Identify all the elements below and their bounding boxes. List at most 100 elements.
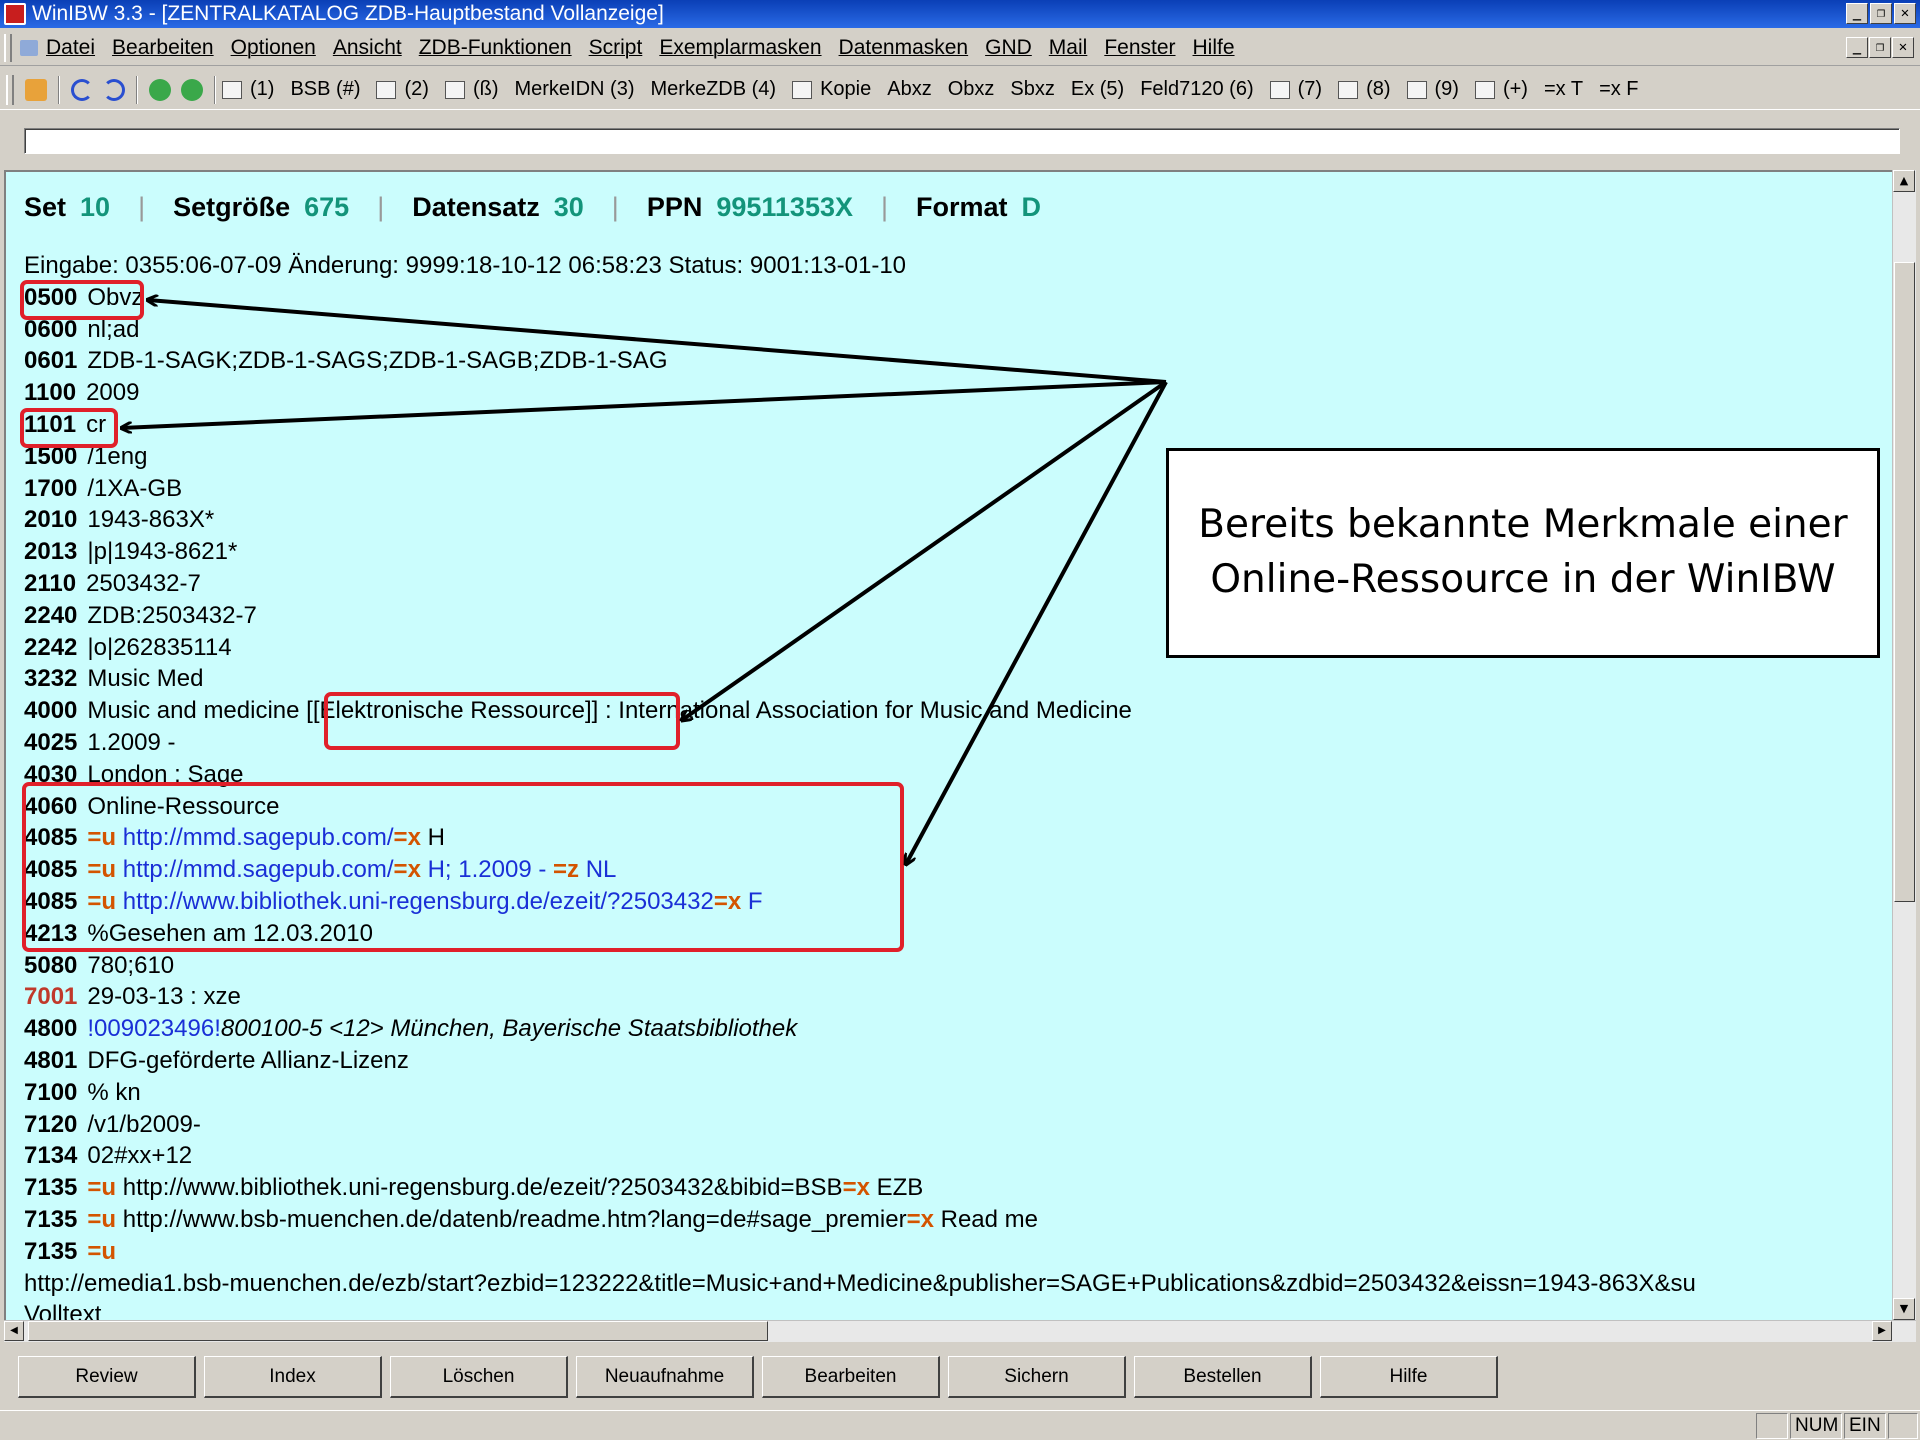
toolbar-item-sz[interactable]: (ß): [444, 78, 498, 101]
toolbar-item-plus-label: (+): [1502, 78, 1528, 100]
status-ein: EIN: [1844, 1413, 1886, 1439]
back-icon[interactable]: [149, 78, 171, 101]
menu-mail[interactable]: Mail: [1049, 36, 1088, 60]
toolbar-item-bsb[interactable]: BSB (#): [290, 78, 360, 101]
forward-icon[interactable]: [181, 78, 203, 101]
command-bar: [0, 112, 1920, 168]
toolbar-item-merkeidn[interactable]: MerkeIDN (3): [514, 78, 634, 101]
toolbar-item-kopie[interactable]: Kopie: [792, 78, 871, 101]
toolbar-item-1-label: (1): [250, 78, 275, 100]
horizontal-scroll-thumb[interactable]: [28, 1321, 768, 1341]
library-link[interactable]: !009023496!: [87, 1015, 220, 1042]
mdi-minimize-button[interactable]: _: [1846, 37, 1868, 58]
field-line: 0500 Obvz: [24, 282, 1696, 314]
header-divider: |: [138, 192, 146, 222]
field-tag: 2240: [24, 601, 78, 629]
field-tag: 4025: [24, 728, 78, 756]
delete-button[interactable]: Löschen: [390, 1356, 568, 1398]
field-tag: 7120: [24, 1110, 78, 1138]
menu-gnd[interactable]: GND: [985, 36, 1032, 60]
window-icon: [444, 80, 465, 99]
toolbar-item-1[interactable]: (1): [222, 78, 274, 101]
field-line: 7135 =u http://www.bsb-muenchen.de/datenb…: [24, 1204, 1696, 1236]
ppn-label: PPN: [646, 192, 703, 222]
setsize-label: Setgröße: [173, 192, 291, 222]
field-text: 2503432-7: [86, 569, 201, 597]
order-button[interactable]: Bestellen: [1134, 1356, 1312, 1398]
toolbar-item-plus[interactable]: (+): [1474, 78, 1528, 101]
toolbar-item-kopie-label: Kopie: [820, 78, 872, 100]
toolbar-item-ex[interactable]: Ex (5): [1071, 78, 1124, 101]
field-line: 7135 =u: [24, 1236, 1696, 1268]
menu-script[interactable]: Script: [589, 36, 643, 60]
help-button[interactable]: Hilfe: [1320, 1356, 1498, 1398]
record-display[interactable]: Set 10 | Setgröße 675 | Datensatz 30 | P…: [4, 170, 1896, 1320]
set-value: 10: [80, 192, 111, 222]
redo-icon[interactable]: [103, 78, 125, 101]
close-button[interactable]: ✕: [1894, 3, 1916, 24]
toolbar-item-obxz[interactable]: Obxz: [948, 78, 995, 101]
toolbar-item-7-label: (7): [1297, 78, 1323, 100]
button-bar: Review Index Löschen Neuaufnahme Bearbei…: [0, 1348, 1920, 1408]
menu-bearbeiten[interactable]: Bearbeiten: [112, 36, 214, 60]
mdi-close-button[interactable]: ✕: [1892, 37, 1914, 58]
field-text: % kn: [87, 1078, 141, 1106]
new-record-button[interactable]: Neuaufnahme: [576, 1356, 754, 1398]
toolbar-item-8[interactable]: (8): [1338, 78, 1391, 101]
review-button[interactable]: Review: [18, 1356, 196, 1398]
menu-zdb-funktionen[interactable]: ZDB-Funktionen: [419, 36, 572, 60]
status-resize-grip[interactable]: [1888, 1413, 1918, 1439]
toolbar-item-sbxz[interactable]: Sbxz: [1010, 78, 1054, 101]
field-line: 0600 nl;ad: [24, 314, 1696, 346]
command-input[interactable]: [24, 128, 1900, 154]
field-tag: 2013: [24, 538, 78, 566]
title-main: Music and medicine: [87, 697, 307, 725]
menu-fenster[interactable]: Fenster: [1104, 36, 1175, 60]
subfield-code: =x: [842, 1174, 870, 1202]
save-button[interactable]: Sichern: [948, 1356, 1126, 1398]
index-button[interactable]: Index: [204, 1356, 382, 1398]
menu-hilfe[interactable]: Hilfe: [1193, 36, 1235, 60]
toolbar: (1) BSB (#) (2) (ß) MerkeIDN (3) MerkeZD…: [0, 70, 1920, 110]
status-num: NUM: [1790, 1413, 1842, 1439]
toolbar-item-xf[interactable]: =x F: [1599, 78, 1638, 101]
format-value: D: [1021, 192, 1042, 222]
vertical-scrollbar[interactable]: ▲ ▼: [1892, 170, 1916, 1320]
toolbar-item-2[interactable]: (2): [376, 78, 429, 101]
field-text: Music Med: [87, 665, 204, 693]
vertical-scroll-thumb[interactable]: [1894, 262, 1915, 902]
menu-ansicht[interactable]: Ansicht: [333, 36, 402, 60]
field-tag: 1100: [24, 379, 77, 407]
scroll-down-icon[interactable]: ▼: [1893, 1298, 1915, 1320]
entry-line: Eingabe: 0355:06-07-09 Änderung: 9999:18…: [24, 252, 907, 279]
undo-icon[interactable]: [71, 78, 93, 101]
horizontal-scrollbar[interactable]: ◀ ▶: [4, 1320, 1916, 1342]
toolbar-item-abxz[interactable]: Abxz: [887, 78, 931, 101]
home-icon[interactable]: [25, 78, 47, 101]
maximize-button[interactable]: ❐: [1870, 3, 1892, 24]
minimize-button[interactable]: _: [1846, 3, 1868, 24]
field-line: 7100 % kn: [24, 1077, 1696, 1109]
copy-icon: [792, 80, 813, 99]
field-text: /v1/b2009-: [87, 1110, 201, 1138]
scroll-right-icon[interactable]: ▶: [1872, 1321, 1892, 1341]
toolbar-item-9[interactable]: (9): [1406, 78, 1459, 101]
field-text: 1.2009 -: [87, 728, 176, 756]
toolbar-item-xt[interactable]: =x T: [1544, 78, 1583, 101]
toolbar-item-feld7120[interactable]: Feld7120 (6): [1140, 78, 1253, 101]
menu-datei[interactable]: Datei: [46, 36, 95, 60]
list-icon: [1406, 80, 1427, 99]
menu-optionen[interactable]: Optionen: [231, 36, 316, 60]
edit-button[interactable]: Bearbeiten: [762, 1356, 940, 1398]
field-tag: 2242: [24, 633, 78, 661]
scroll-up-icon[interactable]: ▲: [1893, 170, 1915, 192]
menu-datenmasken[interactable]: Datenmasken: [839, 36, 969, 60]
toolbar-item-7[interactable]: (7): [1269, 78, 1323, 101]
toolbar-item-merkezdb[interactable]: MerkeZDB (4): [651, 78, 777, 101]
scroll-left-icon[interactable]: ◀: [4, 1321, 24, 1341]
field-text: http://www.bibliothek.uni-regensburg.de/…: [122, 1174, 843, 1202]
annotation-callout: Bereits bekannte Merkmale einer Online-R…: [1166, 448, 1880, 658]
subfield-code: =u: [87, 1205, 117, 1233]
mdi-restore-button[interactable]: ❐: [1869, 37, 1891, 58]
menu-exemplarmasken[interactable]: Exemplarmasken: [659, 36, 821, 60]
